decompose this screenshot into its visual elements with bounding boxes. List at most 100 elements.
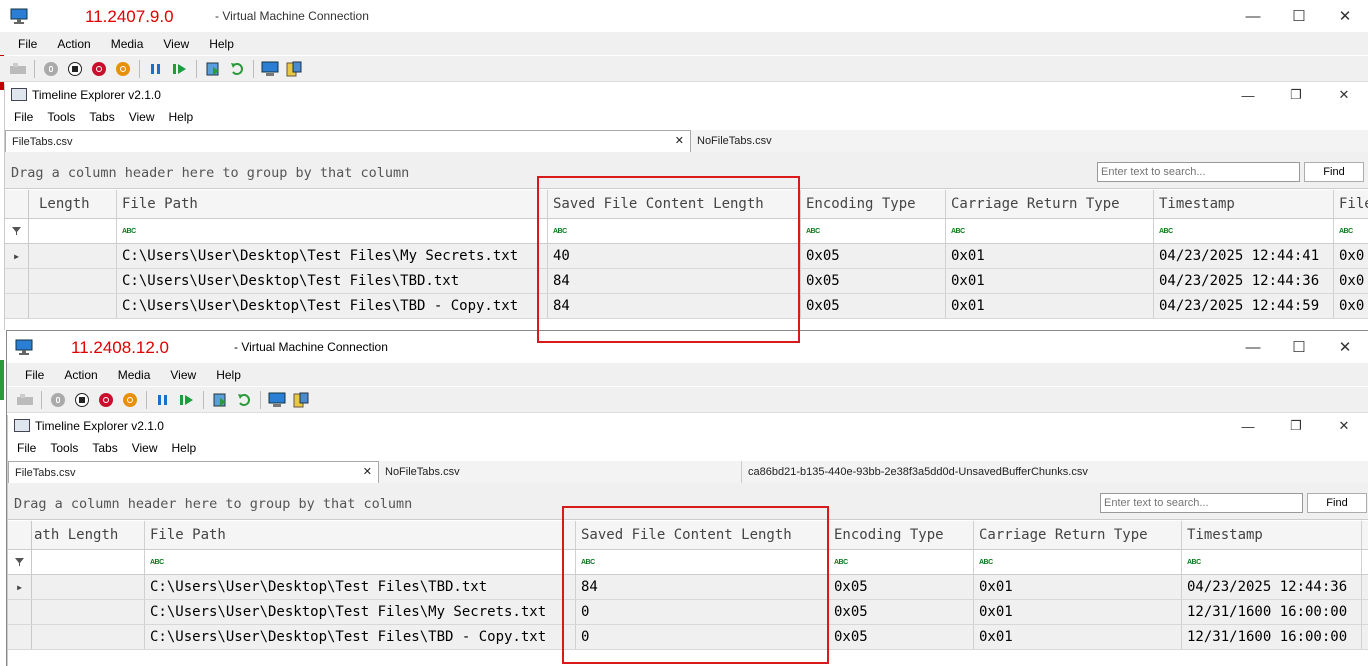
te-menu-tools[interactable]: Tools [43, 441, 85, 455]
te-menu-file[interactable]: File [10, 441, 43, 455]
resume-icon[interactable] [178, 391, 196, 409]
pause-icon[interactable] [147, 60, 165, 78]
cell-carriage-return: 0x01 [946, 269, 1154, 293]
filter-cell[interactable] [29, 219, 117, 243]
save-state-icon[interactable] [121, 391, 139, 409]
menu-view[interactable]: View [153, 37, 199, 51]
col-header-encoding[interactable]: Encoding Type [829, 521, 974, 549]
col-header-carriage-return[interactable]: Carriage Return Type [974, 521, 1182, 549]
tab-unsaved-buffer-chunks[interactable]: ca86bd21-b135-440e-93bb-2e38f3a5dd0d-Uns… [742, 461, 1368, 483]
te-minimize-button[interactable]: — [1224, 84, 1272, 106]
menu-file[interactable]: File [15, 368, 54, 382]
filter-cell[interactable]: ABC [1154, 219, 1334, 243]
tab-filetabs[interactable]: FileTabs.csv ✕ [5, 130, 691, 152]
checkpoint-icon[interactable] [211, 391, 229, 409]
te-menu-file[interactable]: File [7, 110, 40, 124]
minimize-button[interactable]: — [1230, 0, 1276, 32]
te-restore-button[interactable]: ❐ [1272, 84, 1320, 106]
resume-icon[interactable] [171, 60, 189, 78]
menu-media[interactable]: Media [108, 368, 161, 382]
menu-action[interactable]: Action [54, 368, 107, 382]
filter-cell[interactable] [32, 550, 145, 574]
revert-icon[interactable] [228, 60, 246, 78]
col-header-file[interactable]: File [1334, 190, 1368, 218]
maximize-button[interactable]: ☐ [1276, 0, 1322, 32]
ctrl-alt-del-icon[interactable] [9, 60, 27, 78]
menu-view[interactable]: View [160, 368, 206, 382]
filter-cell[interactable]: ABC [801, 219, 946, 243]
col-header-file-path[interactable]: File Path [117, 190, 548, 218]
col-header-next[interactable] [1362, 521, 1368, 549]
abc-filter-icon: ABC [951, 227, 965, 235]
filter-cell[interactable] [1362, 550, 1368, 574]
close-button[interactable]: ✕ [1322, 331, 1368, 363]
te-close-button[interactable]: ✕ [1320, 415, 1368, 437]
te-menu-view[interactable]: View [125, 441, 165, 455]
cell-file: 0x0 [1339, 298, 1365, 314]
search-input[interactable] [1097, 162, 1300, 182]
menu-action[interactable]: Action [47, 37, 100, 51]
filter-cell[interactable]: ABC [1182, 550, 1362, 574]
enhanced-session-icon[interactable] [261, 60, 279, 78]
close-tab-icon[interactable]: ✕ [675, 134, 684, 147]
checkpoint-icon[interactable] [204, 60, 222, 78]
filter-cell[interactable]: ABC [117, 219, 548, 243]
filter-cell[interactable]: ABC [946, 219, 1154, 243]
menu-file[interactable]: File [8, 37, 47, 51]
filter-cell[interactable]: ABC [829, 550, 974, 574]
revert-icon[interactable] [235, 391, 253, 409]
start-icon[interactable] [49, 391, 67, 409]
menu-help[interactable]: Help [206, 368, 251, 382]
menu-media[interactable]: Media [101, 37, 154, 51]
te-menu-view[interactable]: View [122, 110, 162, 124]
col-header-file-path[interactable]: File Path [145, 521, 576, 549]
turn-off-icon[interactable] [73, 391, 91, 409]
tab-filetabs[interactable]: FileTabs.csv ✕ [8, 461, 379, 483]
shut-down-icon[interactable] [90, 60, 108, 78]
shut-down-icon[interactable] [97, 391, 115, 409]
turn-off-icon[interactable] [66, 60, 84, 78]
tab-nofiletabs[interactable]: NoFileTabs.csv [691, 130, 1368, 152]
menu-help[interactable]: Help [199, 37, 244, 51]
col-header-length[interactable]: Length [29, 190, 117, 218]
col-header-carriage-return[interactable]: Carriage Return Type [946, 190, 1154, 218]
filter-cell[interactable]: ABC [1334, 219, 1368, 243]
te-close-button[interactable]: ✕ [1320, 84, 1368, 106]
search-input[interactable] [1100, 493, 1303, 513]
save-state-icon[interactable] [114, 60, 132, 78]
te-menu-tabs[interactable]: Tabs [82, 110, 121, 124]
te-restore-button[interactable]: ❐ [1272, 415, 1320, 437]
te-title: Timeline Explorer v2.1.0 [35, 419, 164, 433]
pause-icon[interactable] [154, 391, 172, 409]
abc-filter-icon: ABC [979, 558, 993, 566]
minimize-button[interactable]: — [1230, 331, 1276, 363]
maximize-button[interactable]: ☐ [1276, 331, 1322, 363]
vm-title-bar: 11.2407.9.0 - Virtual Machine Connection… [0, 0, 1368, 32]
filter-cell[interactable]: ABC [974, 550, 1182, 574]
te-menu-help[interactable]: Help [162, 110, 201, 124]
start-icon[interactable] [42, 60, 60, 78]
tab-nofiletabs[interactable]: NoFileTabs.csv [379, 461, 742, 483]
te-minimize-button[interactable]: — [1224, 415, 1272, 437]
col-header-encoding[interactable]: Encoding Type [801, 190, 946, 218]
share-icon[interactable] [285, 60, 303, 78]
te-menu-tools[interactable]: Tools [40, 110, 82, 124]
te-menu-help[interactable]: Help [165, 441, 204, 455]
te-menu-tabs[interactable]: Tabs [85, 441, 124, 455]
col-header-timestamp[interactable]: Timestamp [1154, 190, 1334, 218]
vm-menu-bar: File Action Media View Help [0, 32, 1368, 55]
col-header-path-length[interactable]: ath Length [32, 521, 145, 549]
find-button[interactable]: Find [1304, 162, 1364, 182]
abc-filter-icon: ABC [122, 227, 136, 235]
vm-version-label: 11.2407.9.0 [85, 7, 174, 26]
ctrl-alt-del-icon[interactable] [16, 391, 34, 409]
enhanced-session-icon[interactable] [268, 391, 286, 409]
close-button[interactable]: ✕ [1322, 0, 1368, 32]
close-tab-icon[interactable]: ✕ [363, 465, 372, 478]
find-button[interactable]: Find [1307, 493, 1367, 513]
filter-cell[interactable]: ABC [145, 550, 576, 574]
cell-encoding: 0x05 [829, 625, 974, 649]
cell-timestamp: 12/31/1600 16:00:00 [1182, 625, 1362, 649]
col-header-timestamp[interactable]: Timestamp [1182, 521, 1362, 549]
share-icon[interactable] [292, 391, 310, 409]
